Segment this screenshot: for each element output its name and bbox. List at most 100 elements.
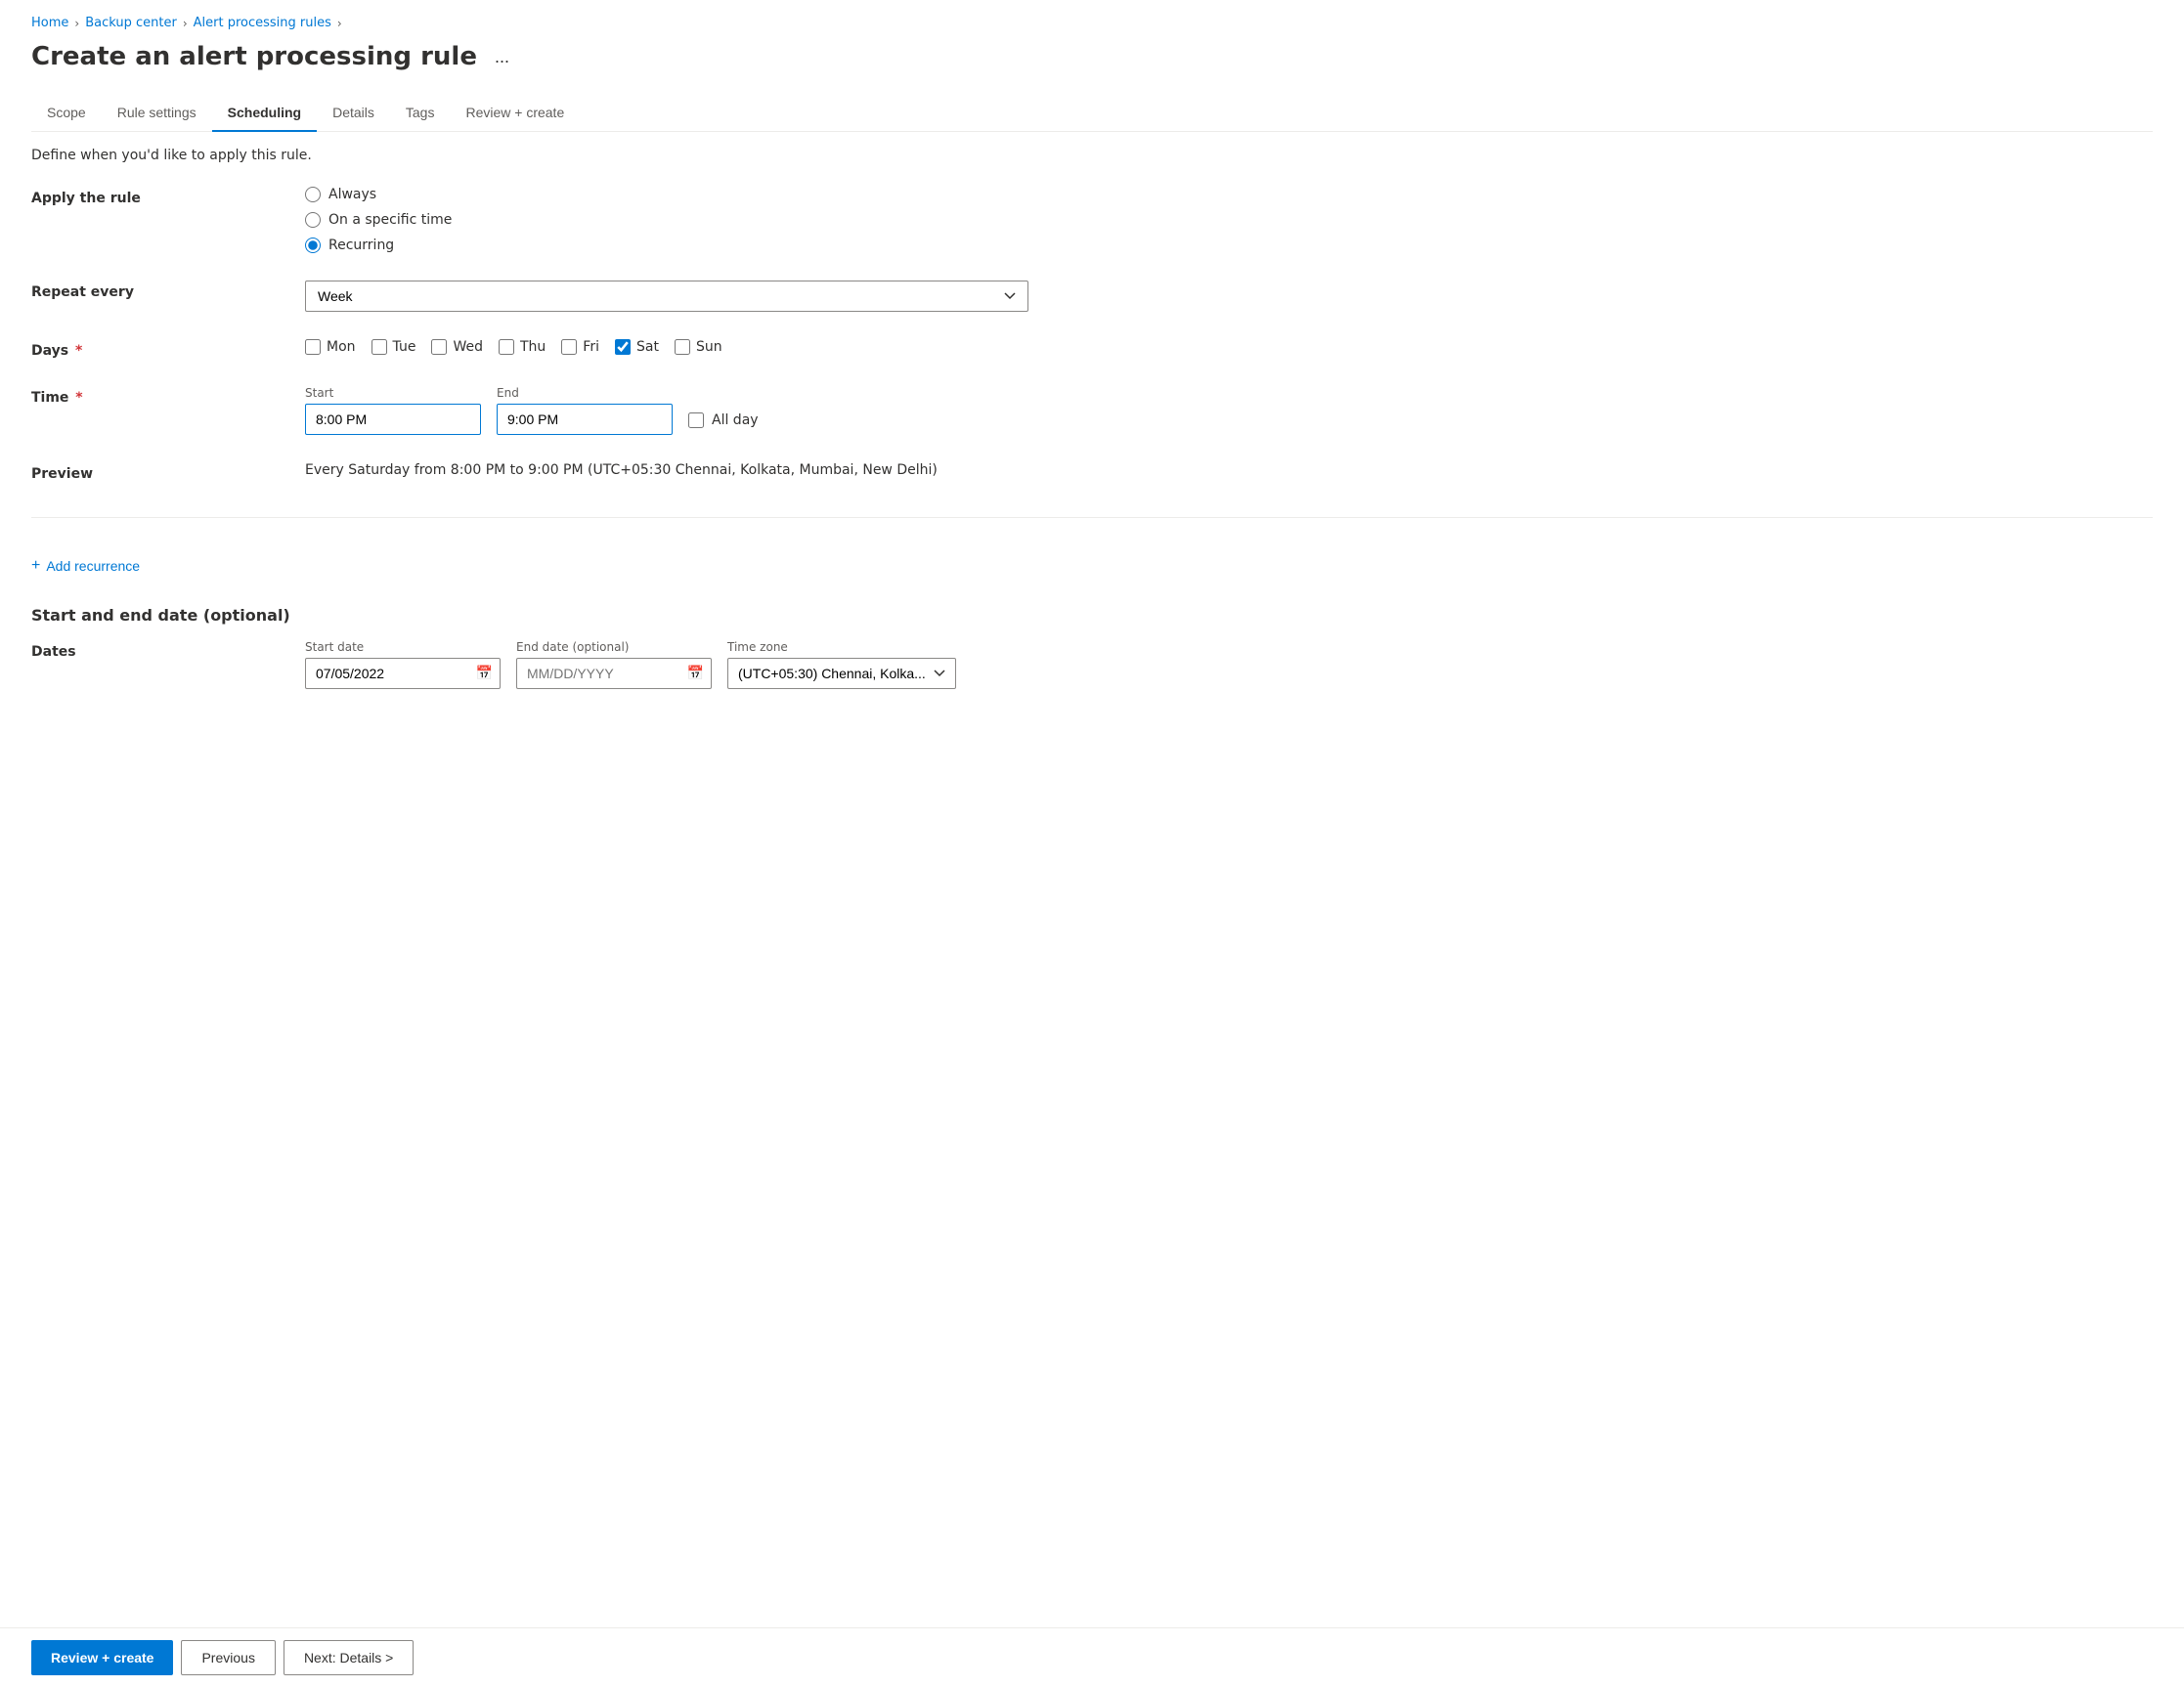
time-required: *	[70, 390, 82, 406]
day-wed[interactable]: Wed	[431, 339, 483, 355]
preview-text: Every Saturday from 8:00 PM to 9:00 PM (…	[305, 458, 938, 478]
start-date-input[interactable]	[305, 658, 501, 689]
days-row: Days * Mon Tue Wed	[31, 339, 2153, 359]
day-thu-input[interactable]	[499, 339, 514, 355]
page-title: Create an alert processing rule	[31, 42, 477, 71]
previous-button[interactable]: Previous	[181, 1640, 275, 1675]
radio-group-apply: Always On a specific time Recurring	[305, 187, 2153, 253]
radio-always-label: Always	[328, 187, 376, 202]
start-date-input-wrap: 📅	[305, 658, 501, 689]
subtitle: Define when you'd like to apply this rul…	[31, 148, 2153, 163]
time-section: Start End All day	[305, 386, 2153, 435]
start-time-input[interactable]	[305, 404, 481, 435]
add-recurrence-label: Add recurrence	[46, 558, 140, 574]
preview-control: Every Saturday from 8:00 PM to 9:00 PM (…	[305, 462, 2153, 478]
time-control: Start End All day	[305, 386, 2153, 435]
tab-scheduling[interactable]: Scheduling	[212, 95, 317, 132]
page-title-row: Create an alert processing rule ...	[31, 42, 2153, 71]
divider	[31, 517, 2153, 518]
apply-rule-label: Apply the rule	[31, 187, 305, 206]
breadcrumb-sep-3: ›	[337, 17, 342, 30]
plus-icon: +	[31, 557, 40, 575]
add-recurrence-button[interactable]: + Add recurrence	[31, 553, 2153, 579]
day-sat-input[interactable]	[615, 339, 631, 355]
end-time-label: End	[497, 386, 673, 400]
start-time-field: Start	[305, 386, 481, 435]
radio-always[interactable]: Always	[305, 187, 2153, 202]
radio-specific-time[interactable]: On a specific time	[305, 212, 2153, 228]
repeat-every-control: Hour Day Week Month	[305, 281, 2153, 312]
preview-label: Preview	[31, 462, 305, 482]
day-thu-label: Thu	[520, 339, 546, 355]
day-tue-input[interactable]	[371, 339, 387, 355]
time-row: Time * Start End	[31, 386, 2153, 435]
tab-details[interactable]: Details	[317, 95, 390, 132]
start-time-label: Start	[305, 386, 481, 400]
day-wed-input[interactable]	[431, 339, 447, 355]
tab-scope[interactable]: Scope	[31, 95, 102, 132]
timezone-label: Time zone	[727, 640, 956, 654]
review-create-button[interactable]: Review + create	[31, 1640, 173, 1675]
breadcrumb-home[interactable]: Home	[31, 16, 68, 30]
allday-label: All day	[712, 412, 759, 428]
days-control: Mon Tue Wed Thu	[305, 339, 2153, 355]
day-mon-input[interactable]	[305, 339, 321, 355]
radio-recurring-label: Recurring	[328, 238, 394, 253]
radio-recurring[interactable]: Recurring	[305, 238, 2153, 253]
end-date-input-wrap: 📅	[516, 658, 712, 689]
end-date-label: End date (optional)	[516, 640, 712, 654]
radio-specific-time-label: On a specific time	[328, 212, 452, 228]
repeat-every-label: Repeat every	[31, 281, 305, 300]
day-fri-input[interactable]	[561, 339, 577, 355]
preview-row: Preview Every Saturday from 8:00 PM to 9…	[31, 462, 2153, 482]
end-date-field: End date (optional) 📅	[516, 640, 712, 689]
day-sun-label: Sun	[696, 339, 722, 355]
form-section: Apply the rule Always On a specific time…	[31, 187, 2153, 689]
radio-always-input[interactable]	[305, 187, 321, 202]
timezone-field: Time zone (UTC+05:30) Chennai, Kolka...	[727, 640, 956, 689]
next-details-button[interactable]: Next: Details >	[284, 1640, 414, 1675]
time-label: Time *	[31, 386, 305, 406]
tab-rule-settings[interactable]: Rule settings	[102, 95, 212, 132]
allday-item[interactable]: All day	[688, 412, 759, 428]
day-mon-label: Mon	[327, 339, 356, 355]
days-label: Days *	[31, 339, 305, 359]
dates-fields: Start date 📅 End date (optional) 📅	[305, 640, 956, 689]
ellipsis-button[interactable]: ...	[489, 45, 515, 69]
breadcrumb-backup-center[interactable]: Backup center	[85, 16, 177, 30]
start-date-label: Start date	[305, 640, 501, 654]
allday-checkbox[interactable]	[688, 412, 704, 428]
day-mon[interactable]: Mon	[305, 339, 356, 355]
day-sat-label: Sat	[636, 339, 659, 355]
end-time-input[interactable]	[497, 404, 673, 435]
repeat-every-row: Repeat every Hour Day Week Month	[31, 281, 2153, 312]
days-required: *	[70, 343, 82, 359]
radio-specific-time-input[interactable]	[305, 212, 321, 228]
timezone-select[interactable]: (UTC+05:30) Chennai, Kolka...	[727, 658, 956, 689]
breadcrumb-sep-1: ›	[74, 17, 79, 30]
days-checkboxes: Mon Tue Wed Thu	[305, 339, 2153, 355]
radio-recurring-input[interactable]	[305, 238, 321, 253]
day-thu[interactable]: Thu	[499, 339, 546, 355]
day-sun[interactable]: Sun	[675, 339, 722, 355]
start-date-field: Start date 📅	[305, 640, 501, 689]
footer: Review + create Previous Next: Details >	[0, 1627, 2184, 1687]
day-tue[interactable]: Tue	[371, 339, 416, 355]
tab-tags[interactable]: Tags	[390, 95, 451, 132]
day-sat[interactable]: Sat	[615, 339, 659, 355]
end-time-field: End	[497, 386, 673, 435]
breadcrumb: Home › Backup center › Alert processing …	[31, 16, 2153, 30]
day-tue-label: Tue	[393, 339, 416, 355]
start-end-date-heading: Start and end date (optional)	[31, 606, 2153, 625]
apply-rule-row: Apply the rule Always On a specific time…	[31, 187, 2153, 253]
repeat-every-select[interactable]: Hour Day Week Month	[305, 281, 1028, 312]
day-fri-label: Fri	[583, 339, 599, 355]
end-date-input[interactable]	[516, 658, 712, 689]
dates-row: Dates Start date 📅 End date (optional)	[31, 640, 2153, 689]
start-end-date-section: Start and end date (optional) Dates Star…	[31, 606, 2153, 689]
tab-review-create[interactable]: Review + create	[450, 95, 580, 132]
day-fri[interactable]: Fri	[561, 339, 599, 355]
breadcrumb-alert-processing-rules: Alert processing rules	[194, 16, 331, 30]
day-sun-input[interactable]	[675, 339, 690, 355]
apply-rule-control: Always On a specific time Recurring	[305, 187, 2153, 253]
